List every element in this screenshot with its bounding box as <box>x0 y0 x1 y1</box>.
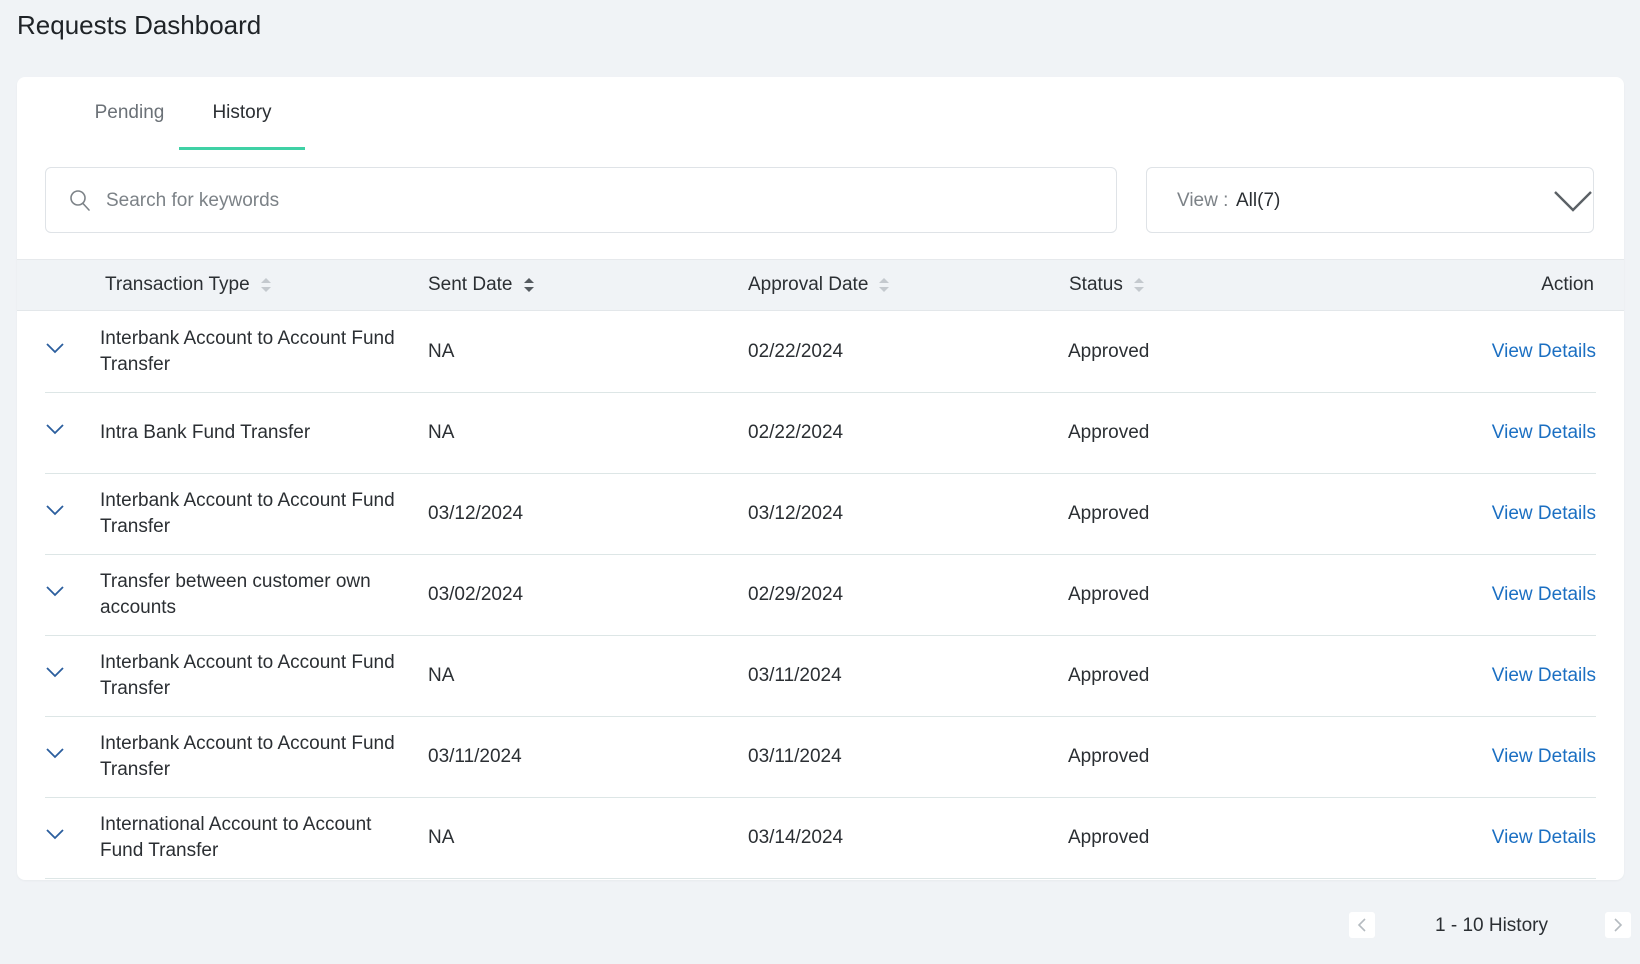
approval-date-cell: 02/22/2024 <box>748 422 844 443</box>
sent-date-cell: 03/11/2024 <box>428 746 522 767</box>
transaction-type-cell: Interbank Account to Account Fund Transf… <box>100 488 400 540</box>
approval-date-cell: 02/29/2024 <box>748 584 844 605</box>
transaction-type-line: accounts <box>100 597 177 618</box>
approval-date-cell: 03/11/2024 <box>748 746 842 767</box>
approval-date-cell: 02/22/2024 <box>748 341 844 362</box>
column-header-status[interactable]: Status <box>1069 274 1145 296</box>
view-details-link[interactable]: View Details <box>1492 339 1596 365</box>
column-header-label: Status <box>1069 274 1123 295</box>
transaction-type-cell: Transfer between customer own accounts <box>100 569 400 621</box>
sort-icon <box>879 278 890 292</box>
transaction-type-line: Intra Bank Fund Transfer <box>100 422 311 443</box>
chevron-down-icon[interactable] <box>45 341 65 355</box>
status-cell: Approved <box>1068 746 1150 767</box>
table-row: Transfer between customer own accounts 0… <box>45 554 1596 636</box>
search-input[interactable] <box>104 168 1088 234</box>
transaction-type-line: Interbank Account to Account Fund <box>100 328 395 349</box>
chevron-down-icon[interactable] <box>45 746 65 760</box>
transaction-type-line: Transfer <box>100 678 171 699</box>
sort-icon <box>260 278 271 292</box>
sort-icon <box>1133 278 1144 292</box>
column-header-label: Approval Date <box>748 274 869 295</box>
table-row: Interbank Account to Account Fund Transf… <box>45 311 1596 393</box>
requests-card: Pending History View : All(7) Transactio… <box>17 77 1624 880</box>
transaction-type-line: Transfer between customer own <box>100 571 371 592</box>
search-box <box>45 167 1117 234</box>
table-row: Interbank Account to Account Fund Transf… <box>45 635 1596 717</box>
transaction-type-cell: International Account to Account Fund Tr… <box>100 812 400 864</box>
table-row: Intra Bank Fund Transfer NA 02/22/2024 A… <box>45 392 1596 474</box>
view-details-link[interactable]: View Details <box>1492 420 1596 446</box>
column-header-transaction-type[interactable]: Transaction Type <box>105 274 272 296</box>
sent-date-cell: NA <box>428 827 455 848</box>
transaction-type-line: Fund Transfer <box>100 840 219 861</box>
status-cell: Approved <box>1068 341 1150 362</box>
status-cell: Approved <box>1068 665 1150 686</box>
transaction-type-line: Transfer <box>100 354 171 375</box>
column-header-action: Action <box>1541 274 1594 295</box>
transaction-type-line: Transfer <box>100 759 171 780</box>
chevron-down-icon[interactable] <box>45 584 65 598</box>
tab-pending[interactable]: Pending <box>62 77 197 150</box>
column-header-approval-date[interactable]: Approval Date <box>748 274 890 296</box>
approval-date-cell: 03/11/2024 <box>748 665 842 686</box>
sort-icon <box>523 278 534 292</box>
approval-date-cell: 03/12/2024 <box>748 503 844 524</box>
sent-date-cell: NA <box>428 665 455 686</box>
status-cell: Approved <box>1068 422 1150 443</box>
transaction-type-cell: Intra Bank Fund Transfer <box>100 420 400 446</box>
search-icon <box>70 190 90 211</box>
sent-date-cell: NA <box>428 422 455 443</box>
chevron-down-icon[interactable] <box>45 422 65 436</box>
view-filter-value: All(7) <box>1236 190 1281 211</box>
page-title: Requests Dashboard <box>17 10 262 40</box>
transaction-type-line: Interbank Account to Account Fund <box>100 490 395 511</box>
pagination-label: 1 - 10 History <box>1435 915 1548 936</box>
view-details-link[interactable]: View Details <box>1492 825 1596 851</box>
sent-date-cell: NA <box>428 341 455 362</box>
chevron-down-icon <box>1554 191 1592 212</box>
chevron-down-icon[interactable] <box>45 503 65 517</box>
view-filter-select[interactable]: View : All(7) <box>1146 167 1594 233</box>
approval-date-cell: 03/14/2024 <box>748 827 844 848</box>
tab-bar: Pending History <box>17 77 1624 150</box>
transaction-type-line: International Account to Account <box>100 814 372 835</box>
sent-date-cell: 03/12/2024 <box>428 503 524 524</box>
column-header-sent-date[interactable]: Sent Date <box>428 274 535 296</box>
column-header-label: Transaction Type <box>105 274 250 295</box>
next-page-button[interactable] <box>1605 912 1631 938</box>
chevron-right-icon <box>1614 918 1623 932</box>
status-cell: Approved <box>1068 503 1150 524</box>
chevron-down-icon[interactable] <box>45 665 65 679</box>
transaction-type-cell: Interbank Account to Account Fund Transf… <box>100 650 400 702</box>
status-cell: Approved <box>1068 827 1150 848</box>
table-row: Interbank Account to Account Fund Transf… <box>45 473 1596 555</box>
chevron-left-icon <box>1357 918 1366 932</box>
view-details-link[interactable]: View Details <box>1492 744 1596 770</box>
transaction-type-line: Transfer <box>100 516 171 537</box>
transaction-type-cell: Interbank Account to Account Fund Transf… <box>100 731 400 783</box>
tab-history[interactable]: History <box>179 77 305 150</box>
column-header-label: Sent Date <box>428 274 513 295</box>
chevron-down-icon[interactable] <box>45 827 65 841</box>
transaction-type-line: Interbank Account to Account Fund <box>100 652 395 673</box>
table-row: International Account to Account Fund Tr… <box>45 797 1596 879</box>
sent-date-cell: 03/02/2024 <box>428 584 524 605</box>
view-filter-label: View : <box>1177 190 1229 211</box>
previous-page-button[interactable] <box>1349 912 1375 938</box>
transaction-type-cell: Interbank Account to Account Fund Transf… <box>100 326 400 378</box>
transaction-type-line: Interbank Account to Account Fund <box>100 733 395 754</box>
view-details-link[interactable]: View Details <box>1492 582 1596 608</box>
table-row: Interbank Account to Account Fund Transf… <box>45 716 1596 798</box>
table-header: Transaction Type Sent Date Approval Date… <box>17 259 1624 311</box>
status-cell: Approved <box>1068 584 1150 605</box>
view-details-link[interactable]: View Details <box>1492 663 1596 689</box>
view-details-link[interactable]: View Details <box>1492 501 1596 527</box>
